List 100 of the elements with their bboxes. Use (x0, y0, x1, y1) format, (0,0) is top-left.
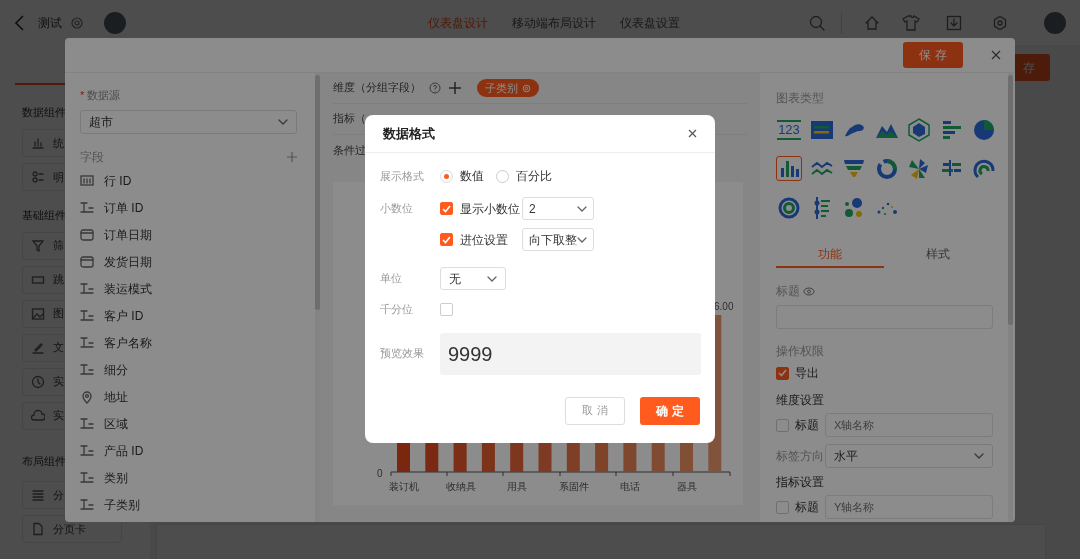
field-item[interactable]: 订单日期 (80, 221, 297, 249)
axis-category-label: 收纳具 (445, 480, 476, 494)
panel-tab[interactable]: 功能 (776, 242, 884, 268)
field-item[interactable]: 产品 ID (80, 437, 297, 465)
chevron-down-icon (974, 453, 984, 459)
text-type-icon (80, 498, 94, 512)
chart-type-option[interactable] (776, 156, 802, 181)
avatar (1044, 11, 1066, 34)
list-icon (31, 169, 45, 184)
text-type-icon (80, 444, 94, 458)
field-name: 订单日期 (104, 227, 152, 244)
sunburst-chart-icon (777, 195, 801, 220)
chart-type-option[interactable] (906, 117, 932, 142)
chevron-down-icon (577, 236, 587, 243)
gear-icon (522, 83, 531, 93)
home-icon[interactable] (864, 14, 880, 31)
filter-label: 条件过 (333, 142, 366, 158)
field-item[interactable]: 区域 (80, 410, 297, 438)
component-item[interactable]: 文 (22, 333, 65, 362)
checkbox[interactable] (440, 233, 453, 246)
unit-select[interactable]: 无 (440, 267, 506, 290)
text-type-icon (80, 471, 94, 485)
download-icon[interactable] (946, 14, 962, 31)
field-label: 千分位 (380, 302, 414, 317)
field-item[interactable]: 订单 ID (80, 194, 297, 222)
checkbox-label: 进位设置 (460, 231, 508, 249)
plus-icon[interactable] (449, 82, 461, 94)
shirt-icon[interactable] (902, 14, 920, 31)
radar-chart-icon (907, 117, 931, 142)
calendar-icon (80, 228, 94, 242)
save-button[interactable]: 保 存 (903, 42, 963, 68)
field-label: 单位 (380, 271, 403, 287)
dimension-label: 维度（分组字段） (333, 80, 421, 96)
plus-icon[interactable] (287, 151, 297, 162)
pie-chart-icon (972, 117, 996, 142)
text-type-icon (80, 309, 94, 323)
calendar-icon (80, 255, 94, 269)
radio-button[interactable] (496, 169, 509, 183)
dropdown-select[interactable]: 2 (522, 197, 594, 220)
field-item[interactable]: 客户名称 (80, 329, 297, 357)
lines-icon (31, 488, 45, 503)
panel-tab[interactable]: 样式 (884, 242, 992, 268)
checkbox-label: 标题 (795, 499, 819, 516)
dialog-title: 数据格式 (383, 124, 435, 143)
field-item[interactable]: 细分 (80, 356, 297, 384)
data-source-select[interactable]: 超市 (80, 109, 297, 134)
preview-value: 9999 (440, 332, 701, 375)
checkbox[interactable] (776, 500, 789, 514)
field-name: 发货日期 (104, 254, 152, 271)
document-icon (31, 522, 45, 537)
clock-icon (31, 374, 45, 389)
field-item[interactable]: 发货日期 (80, 248, 297, 276)
back-icon[interactable] (14, 14, 26, 31)
field-item[interactable]: 类别 (80, 464, 297, 492)
image-icon (31, 306, 45, 321)
checkbox[interactable] (776, 418, 789, 432)
help-icon[interactable] (429, 82, 441, 94)
field-item[interactable]: 地址 (80, 383, 297, 411)
section-title: 指标设置 (776, 474, 825, 491)
axis-name-input[interactable]: Y轴名称 (825, 495, 993, 519)
search-icon[interactable] (809, 14, 825, 31)
checkbox[interactable] (776, 366, 789, 380)
settings-icon[interactable] (992, 14, 1008, 31)
text-type-icon (80, 417, 94, 431)
field-name: 客户名称 (104, 335, 152, 352)
field-item[interactable]: 装运模式 (80, 275, 297, 303)
axis-tick-label: 0 (377, 467, 383, 481)
checkbox-label: 标题 (795, 417, 819, 434)
chart-type-option[interactable] (776, 195, 802, 220)
field-tag[interactable]: 子类别 (477, 78, 539, 98)
field-item[interactable]: 客户 ID (80, 302, 297, 330)
checkbox[interactable] (440, 302, 453, 316)
axis-category-label: 电话 (620, 480, 641, 494)
chart-type-option[interactable] (971, 117, 997, 142)
checkbox-label: 导出 (795, 365, 819, 382)
cancel-button[interactable]: 取 消 (565, 396, 625, 425)
checkbox[interactable] (440, 202, 453, 215)
field-name: 区域 (104, 416, 128, 433)
avatar (104, 11, 126, 34)
radio-button[interactable] (440, 169, 453, 183)
axis-name-input[interactable]: X轴名称 (825, 413, 993, 437)
nav-tab[interactable]: 仪表盘设计 (416, 13, 500, 32)
field-item[interactable]: 行 ID (80, 167, 297, 195)
field-name: 细分 (104, 362, 128, 379)
radio-label: 数值 (460, 168, 484, 185)
field-name: 订单 ID (104, 200, 144, 217)
close-icon[interactable] (688, 129, 697, 138)
dropdown-select[interactable]: 向下取整 (522, 228, 594, 251)
field-name: 地址 (104, 389, 128, 406)
settings-icon[interactable] (70, 15, 84, 30)
page-title: 测试 (38, 14, 62, 32)
text-type-icon (80, 363, 94, 377)
field-label: 预览效果 (380, 346, 425, 362)
chart-type-option[interactable]: 123 (776, 117, 802, 142)
eye-icon[interactable] (803, 286, 815, 296)
close-icon[interactable] (991, 50, 1001, 60)
cloud-icon (31, 408, 45, 423)
chevron-down-icon (487, 275, 497, 282)
confirm-button[interactable]: 确 定 (640, 396, 700, 425)
direction-select[interactable]: 水平 (825, 444, 993, 468)
